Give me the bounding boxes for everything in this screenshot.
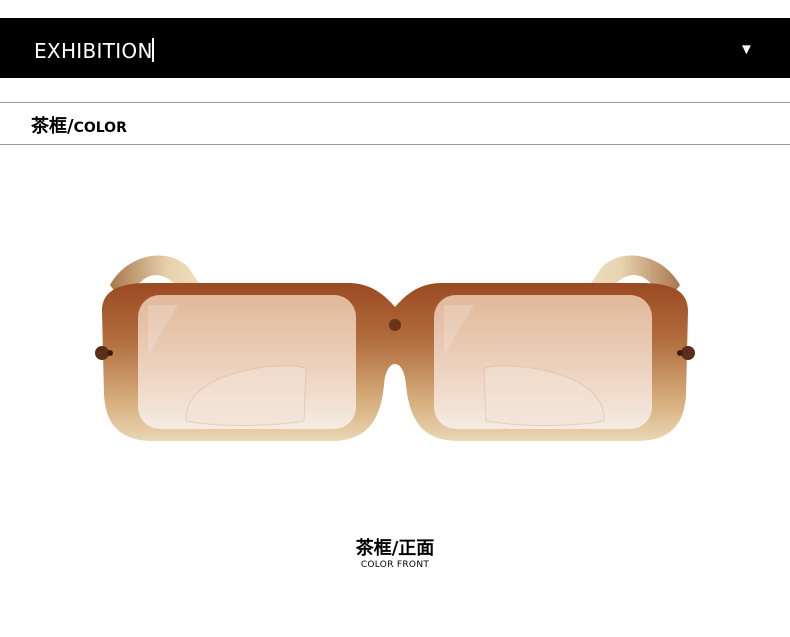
sunglasses-image <box>95 255 695 441</box>
caption-title: 茶框/正面 <box>355 538 435 559</box>
banner-title: EXHIBITION <box>34 39 153 63</box>
divider-top <box>0 102 790 103</box>
color-section-heading: 茶框/COLOR <box>31 112 127 138</box>
divider-bottom <box>0 144 790 145</box>
color-label-cn: 茶框/ <box>31 116 74 137</box>
left-hinge-dot <box>95 346 109 360</box>
bridge-screw <box>389 319 401 331</box>
right-hinge-dot <box>681 346 695 360</box>
color-label-en: COLOR <box>73 120 127 136</box>
exhibition-banner: EXHIBITION ▼ <box>0 18 790 78</box>
triangle-down-icon[interactable]: ▼ <box>739 42 754 57</box>
caption-subtitle: COLOR FRONT <box>360 560 430 570</box>
banner-divider <box>152 38 154 62</box>
